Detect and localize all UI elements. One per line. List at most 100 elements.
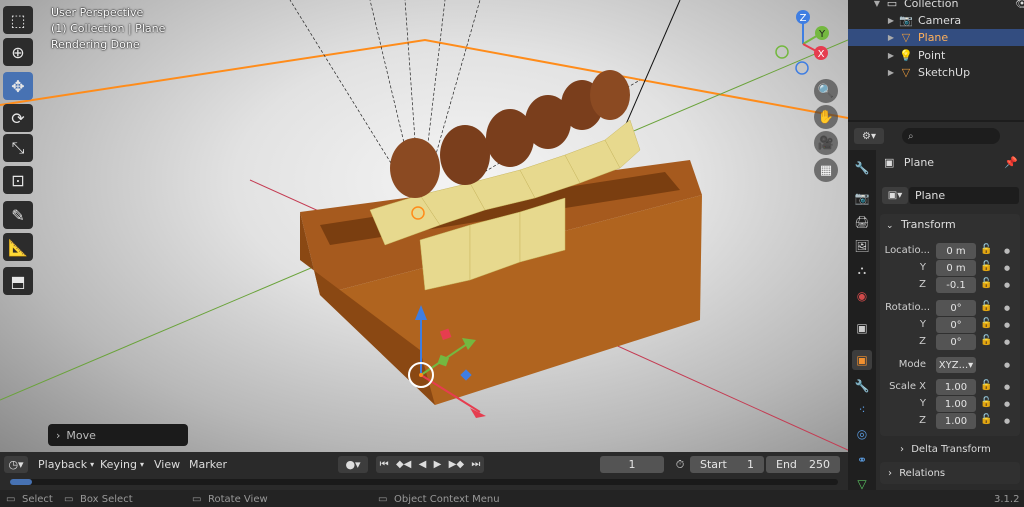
play-icon[interactable]: ▶ bbox=[434, 459, 442, 470]
hand-icon: ✋ bbox=[817, 109, 835, 125]
expand-right-icon: ▶ bbox=[887, 68, 895, 77]
object-browse-dropdown[interactable]: ▣▾ bbox=[882, 187, 908, 204]
navigation-gizmo[interactable]: Z Y X bbox=[770, 6, 840, 78]
rotation-z-field[interactable]: 0° bbox=[936, 334, 976, 350]
scale-tool[interactable]: ⤡ bbox=[3, 134, 33, 162]
outliner-item-sketchup[interactable]: ▶ ▽ SketchUp 👁 📷 bbox=[848, 64, 1024, 81]
object-name-row: ▣ Plane bbox=[884, 156, 934, 169]
relations-header[interactable]: › Relations bbox=[888, 468, 945, 479]
keyframe-dot-icon[interactable]: ● bbox=[1004, 383, 1010, 391]
3d-viewport[interactable]: User Perspective (1) Collection | Plane … bbox=[0, 0, 848, 452]
stopwatch-icon[interactable]: ⏱ bbox=[672, 456, 688, 473]
pin-icon[interactable]: 📌 bbox=[1004, 156, 1018, 169]
grid-icon: ▦ bbox=[819, 162, 833, 178]
tab-physics[interactable]: ◎ bbox=[852, 424, 872, 444]
transform-header[interactable]: ⌄ Transform bbox=[886, 218, 956, 231]
delta-transform-subpanel[interactable]: › Delta Transform bbox=[900, 444, 991, 455]
add-cube-tool[interactable]: ⬒ bbox=[3, 267, 33, 295]
collection-box-icon: ▣ bbox=[856, 321, 868, 335]
outliner-collection-row[interactable]: ▼ ▭ Collection 👁 📷 bbox=[848, 0, 1024, 12]
marker-menu[interactable]: Marker bbox=[189, 456, 227, 473]
measure-tool[interactable]: 📐 bbox=[3, 233, 33, 261]
tab-constraints[interactable]: ⚭ bbox=[852, 450, 872, 470]
rotation-x-field[interactable]: 0° bbox=[936, 300, 976, 316]
tab-collection[interactable]: ▣ bbox=[852, 318, 872, 338]
tab-world[interactable]: ◉ bbox=[852, 286, 872, 306]
timeline-editor-type[interactable]: ◷▾ bbox=[4, 456, 28, 473]
ortho-toggle-button[interactable]: ▦ bbox=[814, 158, 838, 182]
keyframe-dot-icon[interactable]: ● bbox=[1004, 321, 1010, 329]
lock-icon[interactable]: 🔓 bbox=[980, 335, 992, 346]
timeline-scrollbar-thumb[interactable] bbox=[10, 479, 32, 485]
next-keyframe-icon[interactable]: ▶◆ bbox=[449, 459, 464, 470]
rotation-y-field[interactable]: 0° bbox=[936, 317, 976, 333]
rotation-mode-select[interactable]: XYZ... ▾ bbox=[936, 357, 976, 373]
location-x-field[interactable]: 0 m bbox=[936, 243, 976, 259]
annotate-tool[interactable]: ✎ bbox=[3, 201, 33, 229]
lock-icon[interactable]: 🔓 bbox=[980, 318, 992, 329]
transform-tool[interactable]: ⊡ bbox=[3, 166, 33, 194]
tab-render[interactable]: 📷 bbox=[852, 188, 872, 208]
tab-tool[interactable]: 🔧 bbox=[852, 158, 872, 178]
outliner-item-plane[interactable]: ▶ ▽ Plane 👁 📷 bbox=[848, 29, 1024, 46]
lock-icon[interactable]: 🔓 bbox=[980, 278, 992, 289]
object-square-icon: ▣▾ bbox=[887, 190, 903, 201]
lock-icon[interactable]: 🔓 bbox=[980, 414, 992, 425]
chevron-down-icon: ▾ bbox=[90, 460, 95, 469]
record-dot-icon: ●▾ bbox=[345, 458, 361, 471]
keyframe-dot-icon[interactable]: ● bbox=[1004, 304, 1010, 312]
scale-y-field[interactable]: 1.00 bbox=[936, 396, 976, 412]
keyframe-dot-icon[interactable]: ● bbox=[1004, 247, 1010, 255]
lock-icon[interactable]: 🔓 bbox=[980, 261, 992, 272]
properties-search-input[interactable]: ⌕ bbox=[902, 128, 1000, 144]
scale-z-field[interactable]: 1.00 bbox=[936, 413, 976, 429]
location-z-field[interactable]: -0.1 bbox=[936, 277, 976, 293]
pan-button[interactable]: ✋ bbox=[814, 105, 838, 129]
outliner-item-point[interactable]: ▶ 💡 Point 👁 📷 bbox=[848, 47, 1024, 64]
keyframe-dot-icon[interactable]: ● bbox=[1004, 400, 1010, 408]
rotate-tool[interactable]: ⟳ bbox=[3, 104, 33, 132]
end-frame-field[interactable]: End 250 bbox=[766, 456, 840, 473]
current-frame-field[interactable]: 1 bbox=[600, 456, 664, 473]
keyframe-dot-icon[interactable]: ● bbox=[1004, 264, 1010, 272]
mesh-icon: ▽ bbox=[901, 66, 911, 79]
cursor-tool[interactable]: ⊕ bbox=[3, 38, 33, 66]
lock-icon[interactable]: 🔓 bbox=[980, 301, 992, 312]
eye-icon[interactable]: 👁 bbox=[1014, 0, 1024, 10]
prev-keyframe-icon[interactable]: ◆◀ bbox=[396, 459, 411, 470]
timeline-scrollbar[interactable] bbox=[10, 479, 838, 485]
keyframe-type-dropdown[interactable]: ●▾ bbox=[338, 456, 368, 473]
tab-scene[interactable]: ⛬ bbox=[852, 260, 872, 280]
camera-view-button[interactable]: 🎥 bbox=[814, 131, 838, 155]
tab-output[interactable]: 🖨 bbox=[852, 212, 872, 232]
tab-modifiers[interactable]: 🔧 bbox=[852, 376, 872, 396]
lock-icon[interactable]: 🔓 bbox=[980, 244, 992, 255]
zoom-button[interactable]: 🔍 bbox=[814, 79, 838, 103]
location-y-field[interactable]: 0 m bbox=[936, 260, 976, 276]
playback-menu[interactable]: Playback ▾ bbox=[38, 456, 94, 473]
outliner-item-camera[interactable]: ▶ 📷 Camera 👁 📷 bbox=[848, 12, 1024, 29]
jump-end-icon[interactable]: ⏭ bbox=[471, 459, 480, 470]
view-menu[interactable]: View bbox=[154, 456, 180, 473]
last-operator-panel[interactable]: › Move bbox=[48, 424, 188, 446]
rotation-mode-value: XYZ... bbox=[938, 359, 969, 371]
select-box-tool[interactable]: ⬚ bbox=[3, 6, 33, 34]
play-reverse-icon[interactable]: ◀ bbox=[419, 459, 427, 470]
keyframe-dot-icon[interactable]: ● bbox=[1004, 417, 1010, 425]
tab-particles[interactable]: ⁖ bbox=[852, 400, 872, 420]
start-frame-field[interactable]: Start 1 bbox=[690, 456, 764, 473]
object-name-field[interactable]: Plane bbox=[909, 187, 1019, 204]
tab-object[interactable]: ▣ bbox=[852, 350, 872, 370]
tab-view-layer[interactable]: 🖼 bbox=[852, 236, 872, 256]
keyframe-dot-icon[interactable]: ● bbox=[1004, 281, 1010, 289]
move-tool[interactable]: ✥ bbox=[3, 72, 33, 100]
lock-icon[interactable]: 🔓 bbox=[980, 380, 992, 391]
editor-type-dropdown[interactable]: ⚙▾ bbox=[854, 128, 884, 144]
scale-x-field[interactable]: 1.00 bbox=[936, 379, 976, 395]
status-select: Select bbox=[22, 494, 53, 505]
keying-menu[interactable]: Keying ▾ bbox=[100, 456, 144, 473]
keyframe-dot-icon[interactable]: ● bbox=[1004, 361, 1010, 369]
keyframe-dot-icon[interactable]: ● bbox=[1004, 338, 1010, 346]
lock-icon[interactable]: 🔓 bbox=[980, 397, 992, 408]
jump-start-icon[interactable]: ⏮ bbox=[380, 459, 389, 470]
